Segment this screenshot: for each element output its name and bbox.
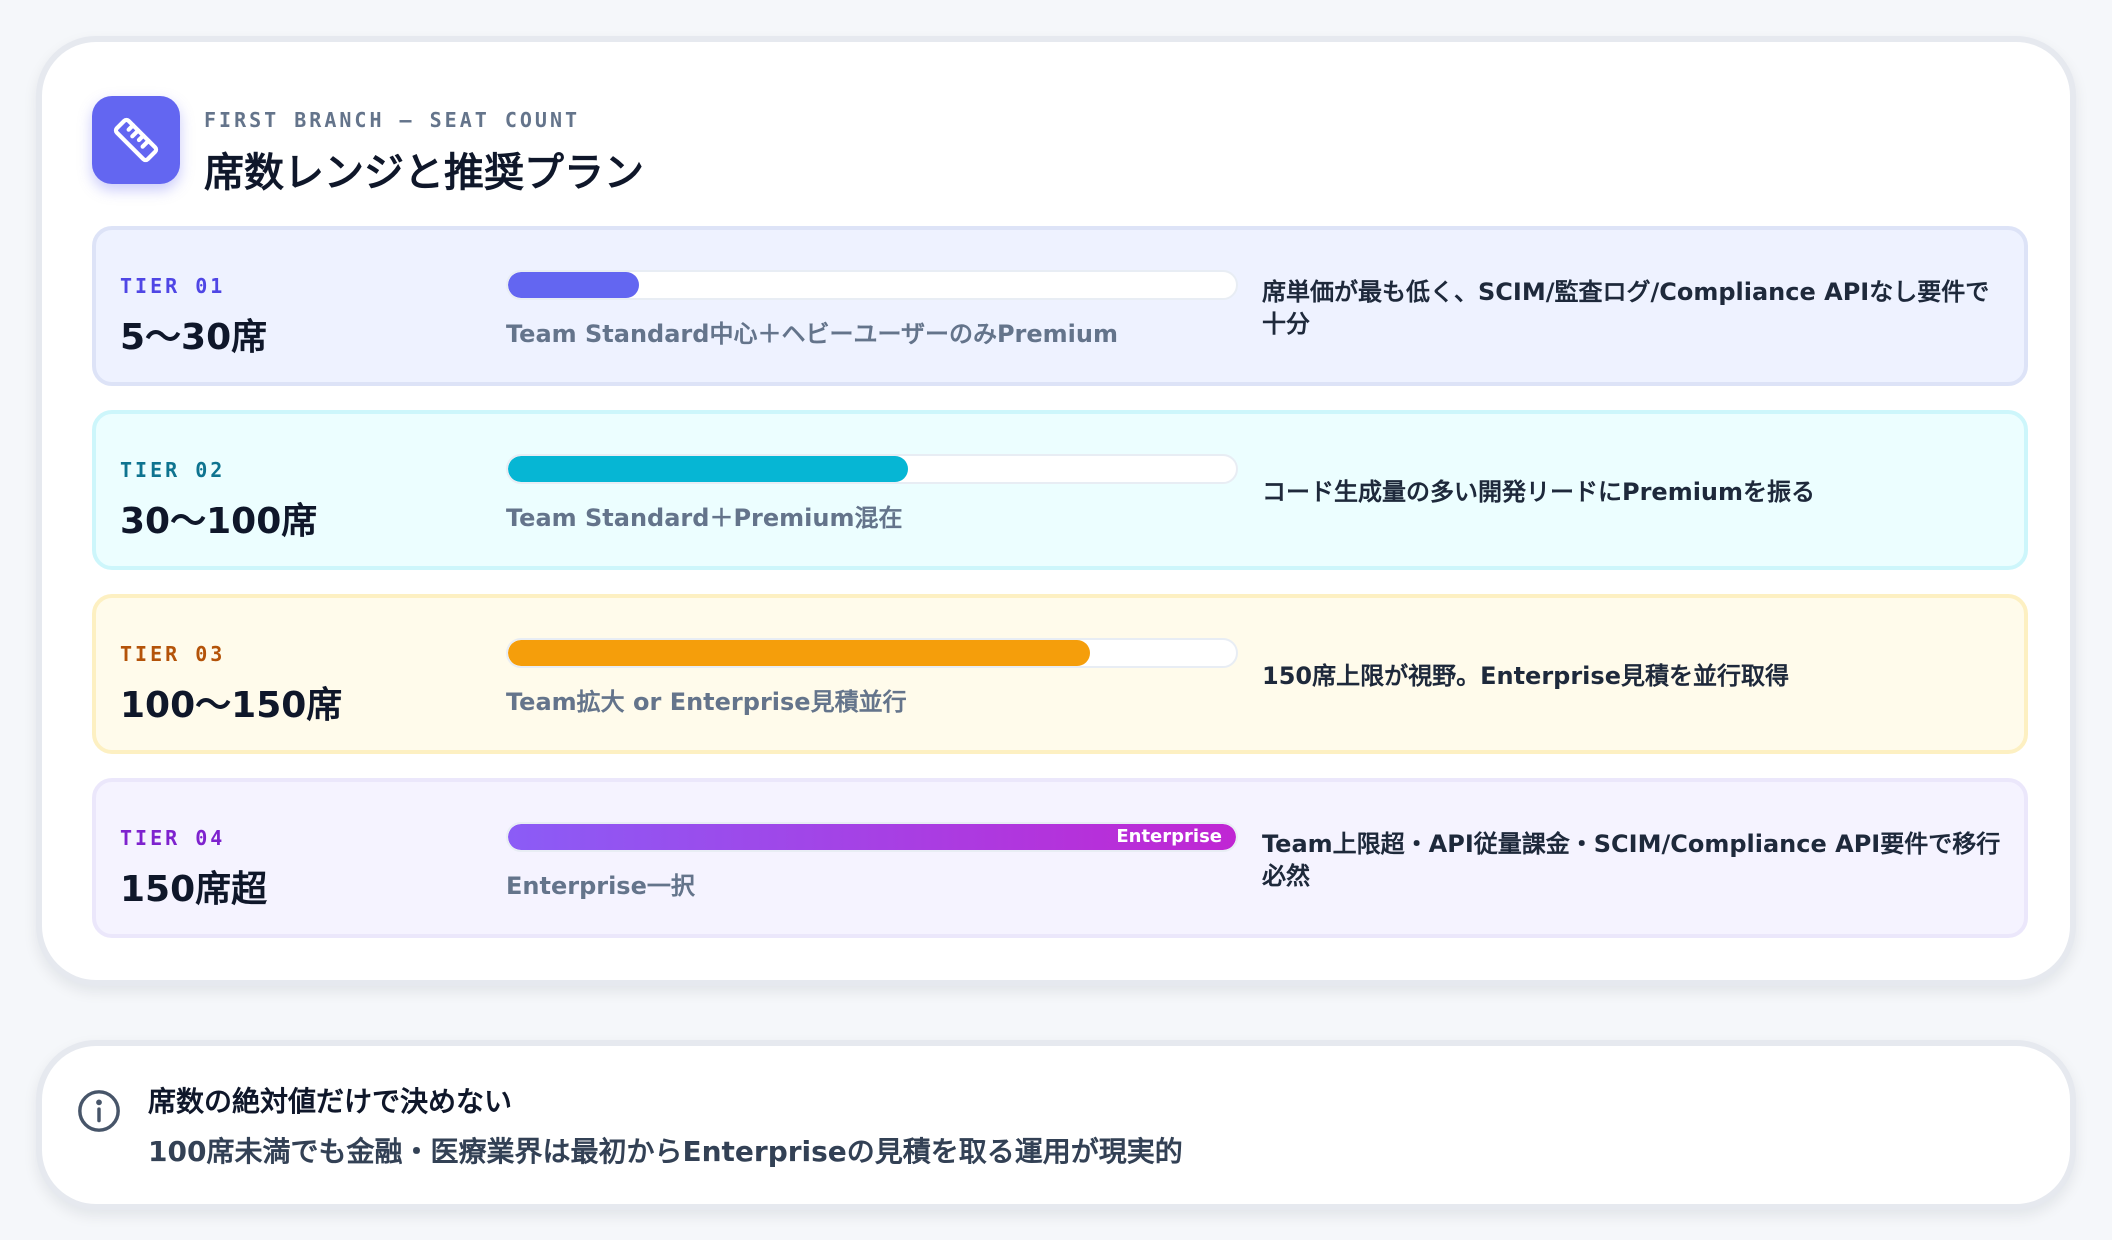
tier-label: TIER 04: [120, 826, 226, 850]
section-eyebrow: FIRST BRANCH — SEAT COUNT: [204, 108, 581, 132]
tier-progress-fill: [508, 456, 909, 482]
tier-label: TIER 02: [120, 458, 226, 482]
page-title: 席数レンジと推奨プラン: [204, 150, 644, 196]
tier-row-04: TIER 04 150席超 Enterprise Enterprise一択 Te…: [92, 778, 2028, 938]
tier-note: Team上限超・API従量課金・SCIM/Compliance API要件で移行…: [1262, 830, 2001, 890]
tier-range: 30〜100席: [120, 501, 318, 542]
tier-plan: Team Standard中心＋ヘビーユーザーのみPremium: [506, 320, 1118, 348]
tier-plan: Team Standard＋Premium混在: [506, 504, 903, 532]
tier-row-03: TIER 03 100〜150席 Team拡大 or Enterprise見積並…: [92, 594, 2028, 754]
tier-progress-track: [506, 638, 1238, 668]
tier-label: TIER 01: [120, 274, 226, 298]
info-title: 席数の絶対値だけで決めない: [148, 1085, 513, 1118]
tier-row-02: TIER 02 30〜100席 Team Standard＋Premium混在 …: [92, 410, 2028, 570]
card-header: FIRST BRANCH — SEAT COUNT 席数レンジと推奨プラン: [92, 96, 1092, 196]
tier-range: 5〜30席: [120, 317, 268, 358]
info-callout: 席数の絶対値だけで決めない 100席未満でも金融・医療業界は最初からEnterp…: [36, 1040, 2076, 1210]
tier-range: 100〜150席: [120, 685, 343, 726]
tier-range: 150席超: [120, 869, 268, 910]
tier-progress-track: [506, 454, 1238, 484]
tier-plan: Team拡大 or Enterprise見積並行: [506, 688, 907, 716]
tier-progress-fill: [508, 640, 1091, 666]
tier-progress-fill: Enterprise: [508, 824, 1236, 850]
seat-range-card: FIRST BRANCH — SEAT COUNT 席数レンジと推奨プラン TI…: [36, 36, 2076, 986]
tier-note: 150席上限が視野。Enterprise見積を並行取得: [1262, 662, 1789, 690]
tier-note: 席単価が最も低く、SCIM/監査ログ/Compliance APIなし要件で十分: [1262, 278, 1990, 338]
tier-plan: Enterprise一択: [506, 872, 695, 900]
tier-progress-track: Enterprise: [506, 822, 1238, 852]
tier-row-01: TIER 01 5〜30席 Team Standard中心＋ヘビーユーザーのみP…: [92, 226, 2028, 386]
info-circle-icon: [78, 1090, 120, 1132]
tier-progress-fill: [508, 272, 640, 298]
info-body: 100席未満でも金融・医療業界は最初からEnterpriseの見積を取る運用が現…: [148, 1135, 1183, 1168]
tier-label: TIER 03: [120, 642, 226, 666]
tier-note: コード生成量の多い開発リードにPremiumを振る: [1262, 478, 1816, 506]
tier-progress-track: [506, 270, 1238, 300]
ruler-icon: [92, 96, 180, 184]
enterprise-badge: Enterprise: [1116, 826, 1222, 847]
